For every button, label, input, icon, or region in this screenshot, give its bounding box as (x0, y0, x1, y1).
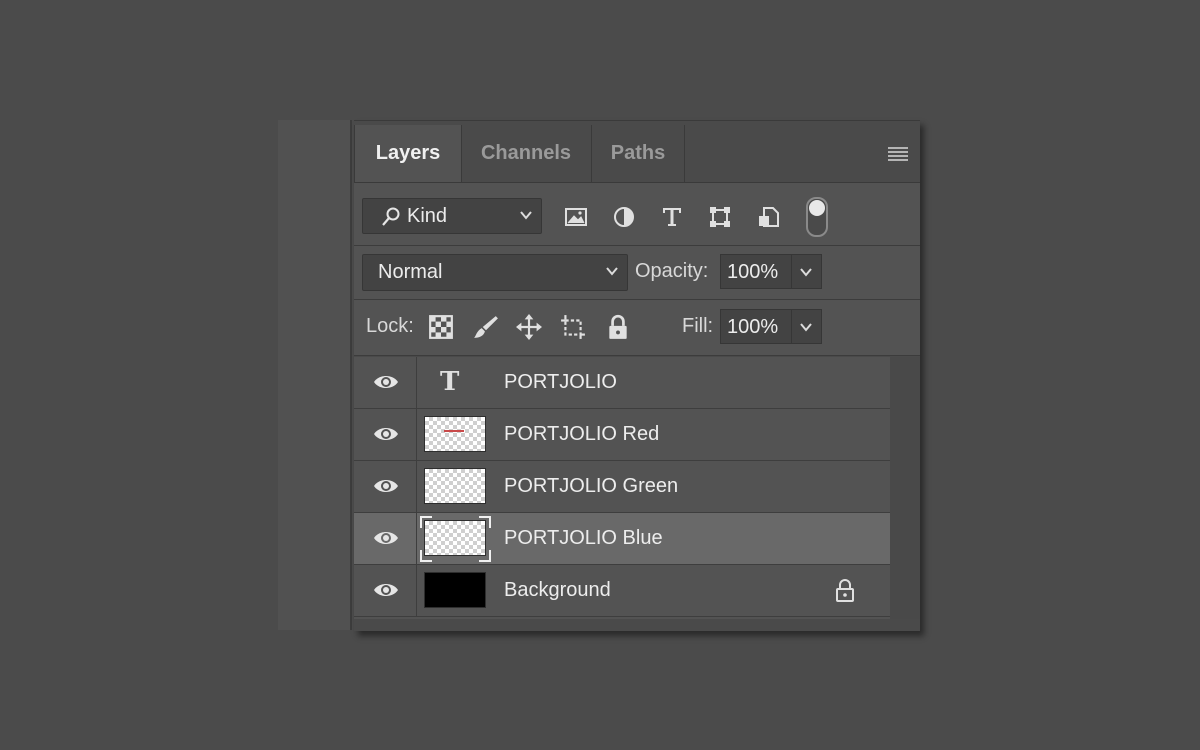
chevron-down-icon (800, 268, 812, 277)
layer-thumbnail (424, 572, 486, 608)
layer-row[interactable]: PORTJOLIO Green (354, 461, 890, 513)
layer-row[interactable]: PORTJOLIO Red (354, 409, 890, 461)
chevron-down-icon (800, 323, 812, 332)
panel-menu-icon[interactable] (888, 147, 908, 161)
filter-kind-dropdown[interactable]: Kind (362, 198, 542, 234)
shape-filter-icon[interactable] (708, 205, 732, 229)
thumbnail-selection-bracket (479, 550, 491, 562)
layer-name: PORTJOLIO Red (504, 423, 660, 445)
tab-channels[interactable]: Channels (461, 125, 592, 182)
layer-name: PORTJOLIO Blue (504, 527, 663, 549)
fill-label: Fill: (682, 315, 714, 337)
panel-tab-bar: Layers Channels Paths (354, 125, 920, 183)
tab-layers[interactable]: Layers (354, 125, 462, 182)
lock-all-icon[interactable] (605, 314, 631, 340)
lock-artboard-icon[interactable] (560, 314, 586, 340)
filter-kind-label: Kind (407, 205, 448, 227)
eye-visibility-icon[interactable] (372, 528, 400, 548)
layer-thumbnail (424, 468, 486, 504)
image-filter-icon[interactable] (564, 205, 588, 229)
blend-mode-label: Normal (378, 261, 443, 283)
eye-column-divider (416, 513, 417, 564)
thumbnail-selection-bracket (420, 516, 432, 528)
type-filter-icon[interactable] (660, 205, 684, 229)
smart-object-filter-icon[interactable] (756, 205, 780, 229)
lock-transparent-pixels-icon[interactable] (428, 314, 454, 340)
opacity-label: Opacity: (635, 260, 709, 282)
tab-paths[interactable]: Paths (592, 125, 685, 182)
eye-column-divider (416, 409, 417, 460)
eye-visibility-icon[interactable] (372, 580, 400, 600)
lock-position-move-icon[interactable] (516, 314, 542, 340)
eye-column-divider (416, 357, 417, 408)
eye-visibility-icon[interactable] (372, 372, 400, 392)
eye-column-divider (416, 461, 417, 512)
layer-name: PORTJOLIO Green (504, 475, 679, 497)
eye-visibility-icon[interactable] (372, 476, 400, 496)
lock-image-pixels-brush-icon[interactable] (473, 314, 499, 340)
left-dock-strip (278, 120, 352, 630)
search-icon (382, 207, 400, 226)
fill-dropdown-button[interactable] (792, 309, 822, 344)
filter-toggle-switch[interactable] (806, 197, 828, 237)
layer-row-selected[interactable]: PORTJOLIO Blue (354, 513, 890, 565)
eye-column-divider (416, 565, 417, 616)
adjustment-filter-icon[interactable] (612, 205, 636, 229)
layers-panel: Layers Channels Paths Kind Normal Opacit… (354, 120, 920, 631)
layer-row[interactable]: T PORTJOLIO (354, 357, 890, 409)
eye-visibility-icon[interactable] (372, 424, 400, 444)
chevron-down-icon (520, 211, 532, 220)
layer-thumbnail (424, 520, 486, 556)
filter-row: Kind (354, 183, 920, 246)
chevron-down-icon (606, 267, 618, 276)
blend-row: Normal Opacity: 100% (354, 246, 920, 300)
layers-scrollbar[interactable] (890, 357, 920, 619)
thumbnail-selection-bracket (479, 516, 491, 528)
layer-name: Background (504, 579, 611, 601)
layer-thumbnail (424, 416, 486, 452)
fill-input[interactable]: 100% (720, 309, 792, 344)
lock-row: Lock: Fill: 100% (354, 300, 920, 356)
layer-name: PORTJOLIO (504, 371, 617, 393)
opacity-input[interactable]: 100% (720, 254, 792, 289)
lock-label: Lock: (366, 315, 414, 337)
layer-locked-icon[interactable] (834, 579, 856, 603)
type-layer-icon: T (440, 367, 460, 397)
layer-row[interactable]: Background (354, 565, 890, 617)
thumbnail-selection-bracket (420, 550, 432, 562)
blend-mode-dropdown[interactable]: Normal (362, 254, 628, 291)
opacity-dropdown-button[interactable] (792, 254, 822, 289)
layers-list: T PORTJOLIO PORTJOLIO Red PORTJOLIO Gree… (354, 357, 890, 619)
